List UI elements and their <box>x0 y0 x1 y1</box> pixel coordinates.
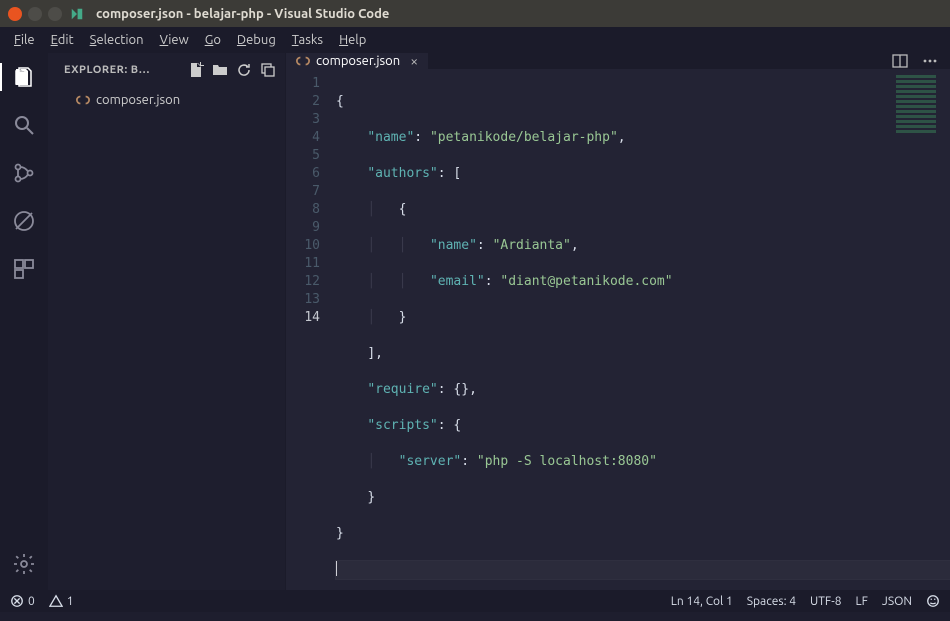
window-controls <box>8 7 62 21</box>
activity-bar <box>0 53 48 590</box>
tab-composer-json[interactable]: composer.json × <box>286 53 429 69</box>
menu-help[interactable]: Help <box>331 30 374 50</box>
warning-icon <box>49 594 63 608</box>
menu-view[interactable]: View <box>152 30 197 50</box>
editor-body[interactable]: 123 456 789 101112 1314 { "name": "petan… <box>286 69 950 621</box>
menu-file[interactable]: File <box>6 30 43 50</box>
menu-debug[interactable]: Debug <box>229 30 284 50</box>
activity-extensions-icon[interactable] <box>10 255 38 283</box>
file-label: composer.json <box>96 93 180 107</box>
menu-go[interactable]: Go <box>197 30 229 50</box>
tab-label: composer.json <box>316 54 400 68</box>
vscode-icon <box>70 7 84 21</box>
window-maximize-button[interactable] <box>48 7 62 21</box>
window-close-button[interactable] <box>8 7 22 21</box>
activity-search-icon[interactable] <box>10 111 38 139</box>
explorer-sidebar: EXPLORER: B… composer.json <box>48 53 286 590</box>
code-content[interactable]: { "name": "petanikode/belajar-php", "aut… <box>336 69 950 621</box>
json-file-icon <box>76 93 90 107</box>
new-file-icon[interactable] <box>187 61 205 79</box>
editor-area: composer.json × 123 456 789 101112 1314 … <box>286 53 950 590</box>
explorer-header: EXPLORER: B… <box>48 53 285 87</box>
status-warnings[interactable]: 1 <box>49 594 74 608</box>
explorer-header-label: EXPLORER: B… <box>64 64 181 76</box>
line-gutter: 123 456 789 101112 1314 <box>286 69 336 621</box>
activity-debug-icon[interactable] <box>10 207 38 235</box>
window-minimize-button[interactable] <box>28 7 42 21</box>
explorer-tree: composer.json <box>48 87 285 113</box>
json-file-icon <box>296 54 310 68</box>
activity-explorer-icon[interactable] <box>10 63 38 91</box>
minimap[interactable] <box>886 73 946 133</box>
status-errors[interactable]: 0 <box>10 594 35 608</box>
tab-bar: composer.json × <box>286 53 950 69</box>
menu-tasks[interactable]: Tasks <box>284 30 331 50</box>
menu-selection[interactable]: Selection <box>82 30 152 50</box>
error-icon <box>10 594 24 608</box>
refresh-icon[interactable] <box>235 61 253 79</box>
window-title: composer.json - belajar-php - Visual Stu… <box>96 7 389 21</box>
collapse-all-icon[interactable] <box>259 61 277 79</box>
new-folder-icon[interactable] <box>211 61 229 79</box>
window-titlebar: composer.json - belajar-php - Visual Stu… <box>0 0 950 27</box>
menu-bar: File Edit Selection View Go Debug Tasks … <box>0 27 950 53</box>
file-composer-json[interactable]: composer.json <box>48 89 285 111</box>
tab-close-icon[interactable]: × <box>410 53 418 69</box>
activity-settings-icon[interactable] <box>10 550 38 578</box>
more-actions-icon[interactable] <box>922 53 938 69</box>
menu-edit[interactable]: Edit <box>43 30 82 50</box>
activity-scm-icon[interactable] <box>10 159 38 187</box>
split-editor-icon[interactable] <box>892 53 908 69</box>
tab-actions <box>880 53 950 69</box>
